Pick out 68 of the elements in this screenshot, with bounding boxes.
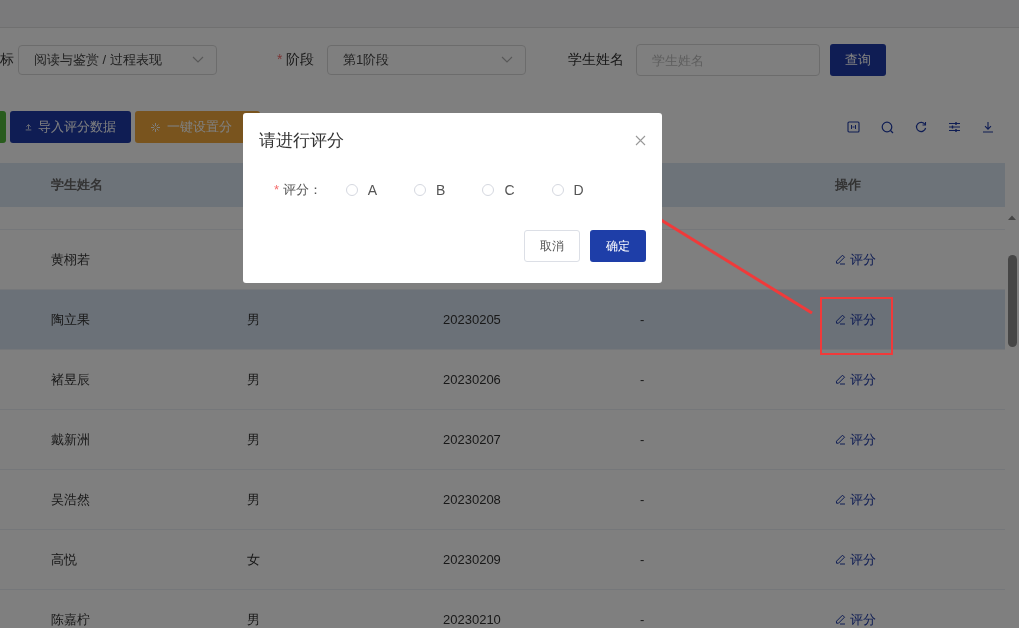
refresh-icon[interactable] — [915, 121, 927, 133]
table-cell-text: 男 — [246, 310, 261, 329]
confirm-button[interactable]: 确定 — [590, 230, 646, 262]
table-cell-text: 20230208 — [442, 492, 502, 507]
stage-select[interactable]: 第1阶段 — [327, 45, 526, 75]
pencil-icon — [835, 554, 846, 565]
table-cell-text: 戴新洲 — [50, 430, 91, 449]
grade-link[interactable]: 评分 — [835, 430, 876, 449]
grade-link[interactable]: 评分 — [835, 490, 876, 509]
sliders-icon[interactable] — [948, 121, 961, 133]
table-cell-text: 褚昱辰 — [50, 370, 91, 389]
grade-link[interactable]: 评分 — [835, 370, 876, 389]
layout-icon[interactable] — [847, 121, 860, 133]
table-cell-text: 陈嘉柠 — [50, 610, 91, 628]
name-label: 学生姓名 — [568, 51, 625, 69]
grade-link[interactable]: 评分 — [835, 250, 876, 269]
stage-label: * 阶段 — [277, 51, 316, 69]
table-cell-text: 高悦 — [50, 550, 78, 569]
table-cell-text: 男 — [246, 430, 261, 449]
table-cell-text: 黄栩若 — [50, 250, 91, 269]
query-button[interactable]: 查询 — [830, 44, 886, 76]
sparkle-icon — [150, 121, 161, 133]
chevron-down-icon — [501, 56, 513, 64]
toolbar-button[interactable]: 导入评分数据 — [10, 111, 131, 143]
table-cell-text: 男 — [246, 610, 261, 628]
table-cell-text: 20230205 — [442, 312, 502, 327]
table-cell-text: 20230210 — [442, 612, 502, 627]
table-cell-text: 男 — [246, 490, 261, 509]
radio-option[interactable]: B — [414, 182, 446, 198]
pencil-icon — [835, 374, 846, 385]
scroll-up-icon[interactable] — [1007, 214, 1017, 221]
table-cell-text: 女 — [246, 550, 261, 569]
radio-option[interactable]: C — [482, 182, 515, 198]
close-icon[interactable] — [635, 134, 646, 146]
table-cell-text: - — [639, 552, 646, 567]
pencil-icon — [835, 434, 846, 445]
cancel-button[interactable]: 取消 — [524, 230, 580, 262]
radio-option[interactable]: A — [345, 182, 378, 198]
grade-link[interactable]: 评分 — [835, 610, 876, 628]
radio-option[interactable]: D — [551, 182, 584, 198]
download-icon[interactable] — [982, 121, 994, 133]
table-cell-text: 20230207 — [442, 432, 502, 447]
table-cell-text: 20230209 — [442, 552, 502, 567]
table-cell-text: - — [639, 312, 646, 327]
pencil-icon — [835, 494, 846, 505]
scrollbar-thumb[interactable] — [1007, 255, 1017, 347]
filter-label: 标 — [0, 51, 15, 69]
grade-link[interactable]: 评分 — [835, 550, 876, 569]
upload-icon — [25, 122, 32, 132]
table-cell-text: - — [639, 372, 646, 387]
table-cell-text: - — [639, 432, 646, 447]
column-header: 操作 — [834, 176, 862, 194]
grade-link[interactable]: 评分 — [835, 310, 876, 329]
chevron-down-icon — [192, 56, 204, 64]
pencil-icon — [835, 254, 846, 265]
field-label: * 评分： — [274, 181, 322, 199]
column-header: 学生姓名 — [50, 176, 104, 194]
table-cell-text: - — [639, 612, 646, 627]
pencil-icon — [835, 614, 846, 625]
dialog-title: 请进行评分 — [259, 129, 344, 152]
table-cell-text: 20230206 — [442, 372, 502, 387]
table-cell-text: 男 — [246, 370, 261, 389]
category-select[interactable]: 阅读与鉴赏 / 过程表现 — [18, 45, 217, 75]
search-icon[interactable] — [881, 120, 894, 134]
table-cell-text: - — [639, 492, 646, 507]
table-cell-text: 陶立果 — [50, 310, 91, 329]
pencil-icon — [835, 314, 846, 325]
table-cell-text: 吴浩然 — [50, 490, 91, 509]
